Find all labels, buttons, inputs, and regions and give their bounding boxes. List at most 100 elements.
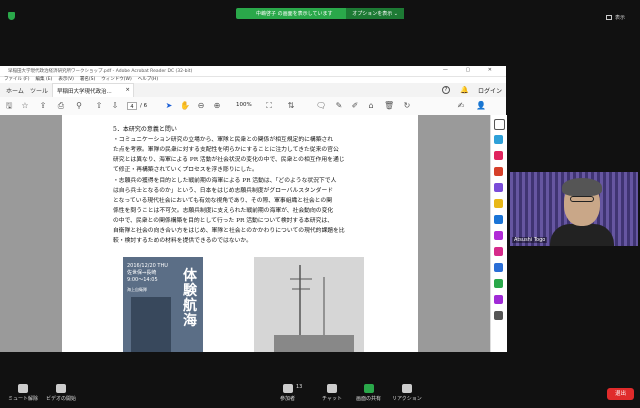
highlight-pen-icon[interactable]: ✎ (334, 101, 344, 111)
start-video-button[interactable]: ビデオの開始 (46, 384, 76, 402)
participant-video[interactable]: Atsushi Togo (510, 172, 638, 246)
create-pdf-icon[interactable] (494, 151, 503, 160)
event-poster-image: 2016/12/20 THU 佐世保⇒長崎 9:00～14:05 体験航海 海上… (123, 257, 203, 352)
para1-line: た点を考察。軍隊の民衆に対する支配性を明らかにすることに注力してきた従来の官公 (113, 147, 339, 153)
protect-icon[interactable] (494, 263, 503, 272)
para1-line: 研究とは異なり、海軍による PR 活動が社会状況の変化の中で、民衆との相互作用を… (113, 157, 345, 163)
participant-hair (562, 178, 602, 196)
unmute-label: ミュート解除 (8, 396, 39, 402)
document-viewer[interactable]: 5．本研究の意義と問い ・コミュニケーション研究の立場から、軍隊と民衆との関係が… (0, 115, 490, 352)
more-tools-icon[interactable] (494, 279, 503, 288)
zoom-in-icon[interactable]: ⊕ (212, 101, 222, 111)
menu-view[interactable]: 表示(V) (58, 76, 74, 83)
zoom-out-icon[interactable]: ⊖ (196, 101, 206, 111)
sign-icon[interactable]: ✍ (456, 101, 466, 111)
tab-bar: ホーム ツール 早稲田大学現代政治... × ? 🔔 ログイン (0, 83, 506, 98)
fill-sign-icon[interactable] (494, 231, 503, 240)
poster-date: 2016/12/20 THU 佐世保⇒長崎 9:00～14:05 (127, 263, 168, 283)
para2-line: 較・検討するための材料を提供できるのではないか。 (113, 238, 252, 244)
print-icon[interactable]: ⎙ (56, 101, 66, 111)
export-pdf-icon[interactable] (494, 135, 503, 144)
fit-page-icon[interactable]: ⛶ (264, 101, 274, 111)
chat-label: チャット (322, 396, 342, 402)
search-tool-icon[interactable] (494, 119, 505, 130)
stamp-icon[interactable]: ⌂ (366, 101, 376, 111)
zoom-level[interactable]: 100% (236, 102, 252, 108)
acrobat-window: 早稲田大学現代政治経済研究所ワークショップ.pdf - Adobe Acroba… (0, 66, 507, 352)
unmute-button[interactable]: ミュート解除 (8, 384, 38, 402)
right-tools-panel (490, 115, 507, 352)
share-screen-button[interactable]: 画面の共有 (356, 384, 381, 402)
tab-document-label: 早稲田大学現代政治... (57, 89, 112, 95)
tab-document[interactable]: 早稲田大学現代政治... × (52, 83, 134, 97)
view-label: 表示 (615, 15, 626, 21)
view-button[interactable]: 表示 (606, 14, 625, 21)
delete-icon[interactable]: 🗑 (384, 101, 394, 111)
scroll-mode-icon[interactable]: ⇅ (286, 101, 296, 111)
edit-pdf-icon[interactable] (494, 167, 503, 176)
comment-icon[interactable]: 🗨 (316, 101, 326, 111)
page-number-input[interactable]: 4 (127, 102, 137, 110)
paragraph-2: ・志願兵の獲得を目的とした戦前期の海軍による PR 活動は、「どのような状況下で… (113, 176, 413, 246)
para2-line: は自ら兵士となるのか」という、日本をはじめ志願兵制度がグローバルスタンダード (113, 188, 334, 194)
draw-icon[interactable]: ✐ (350, 101, 360, 111)
chat-icon (326, 384, 337, 393)
window-title: 早稲田大学現代政治経済研究所ワークショップ.pdf - Adobe Acroba… (8, 69, 193, 74)
menu-edit[interactable]: 編集 (E) (36, 76, 53, 83)
para2-line: の中で、民衆との関係構築を目的として行った PR 活動について検討する本研究は、 (113, 218, 334, 224)
participant-name: Atsushi Togo (512, 237, 548, 243)
upload-icon[interactable]: ⇪ (38, 101, 48, 111)
close-tab-icon[interactable]: × (125, 87, 130, 93)
menu-window[interactable]: ウィンドウ(W) (101, 76, 131, 83)
help-icon[interactable]: ? (442, 86, 450, 94)
para1-line: ・コミュニケーション研究の立場から、軍隊と民衆との関係が相互規定的に構築され (113, 137, 334, 143)
combine-files-icon[interactable] (494, 183, 503, 192)
start-video-label: ビデオの開始 (46, 396, 77, 402)
organize-pages-icon[interactable] (494, 215, 503, 224)
share-status-text: 中嶋啓子 の画面を表示しています (256, 11, 333, 17)
meeting-controls: ミュート解除 ビデオの開始 参加者 13 チャット 画面の共有 リアクション 退… (0, 380, 640, 408)
menu-file[interactable]: ファイル (F) (4, 76, 30, 83)
participants-button[interactable]: 参加者 (280, 384, 295, 402)
tab-tools[interactable]: ツール (30, 86, 48, 95)
microphone-icon (18, 384, 28, 393)
participants-icon (282, 384, 293, 393)
para2-line: 自衛隊と社会の向き合い方をはじめ、軍隊と社会とのかかわりについての現代的課題を比 (113, 228, 345, 234)
security-shield-icon[interactable] (8, 12, 15, 20)
hand-tool-icon[interactable]: ✋ (180, 101, 190, 111)
participants-label: 参加者 (280, 396, 296, 402)
select-cursor-icon[interactable]: ➤ (164, 101, 174, 111)
login-button[interactable]: ログイン (478, 86, 502, 95)
para2-line: 係性を問うことは不可欠。志願兵制度に支えられた戦前期の海軍が、社会動向の変化 (113, 208, 334, 214)
leave-button[interactable]: 退出 (607, 388, 634, 400)
pdf-page: 5．本研究の意義と問い ・コミュニケーション研究の立場から、軍隊と民衆との関係が… (62, 115, 418, 352)
reaction-icon (401, 384, 412, 393)
menu-help[interactable]: ヘルプ(H) (138, 76, 158, 83)
window-controls[interactable]: — ▢ ✕ (443, 67, 500, 73)
reactions-button[interactable]: リアクション (392, 384, 422, 402)
section-heading: 5．本研究の意義と問い (113, 126, 177, 133)
rotate-icon[interactable]: ↻ (402, 101, 412, 111)
paragraph-1: ・コミュニケーション研究の立場から、軍隊と民衆との関係が相互規定的に構築され た… (113, 135, 413, 175)
para1-line: て修正・再構築されていくプロセスを浮き彫りにした。 (113, 167, 258, 173)
menu-sign[interactable]: 署名(S) (80, 76, 95, 83)
historical-ship-photo (254, 257, 364, 352)
save-icon[interactable]: 🖫 (4, 101, 14, 111)
share-user-icon[interactable]: 👤 (476, 101, 486, 111)
bookmark-star-icon[interactable]: ☆ (20, 101, 30, 111)
video-camera-icon (56, 384, 66, 393)
send-signature-icon[interactable] (494, 247, 503, 256)
prev-page-icon[interactable]: ⇧ (94, 101, 104, 111)
print-production-icon[interactable] (494, 295, 503, 304)
tab-home[interactable]: ホーム (6, 86, 24, 95)
bell-icon[interactable]: 🔔 (460, 86, 469, 94)
search-icon[interactable]: ⚲ (74, 101, 84, 111)
next-page-icon[interactable]: ⇩ (110, 101, 120, 111)
share-status-bar: 中嶋啓子 の画面を表示しています オプションを表示 ⌄ (236, 8, 404, 19)
view-options-button[interactable]: オプションを表示 ⌄ (346, 8, 404, 19)
comment-tool-icon[interactable] (494, 199, 503, 208)
view-grid-icon (606, 15, 612, 20)
chat-button[interactable]: チャット (322, 384, 342, 402)
measure-icon[interactable] (494, 311, 503, 320)
reactions-label: リアクション (392, 396, 422, 402)
